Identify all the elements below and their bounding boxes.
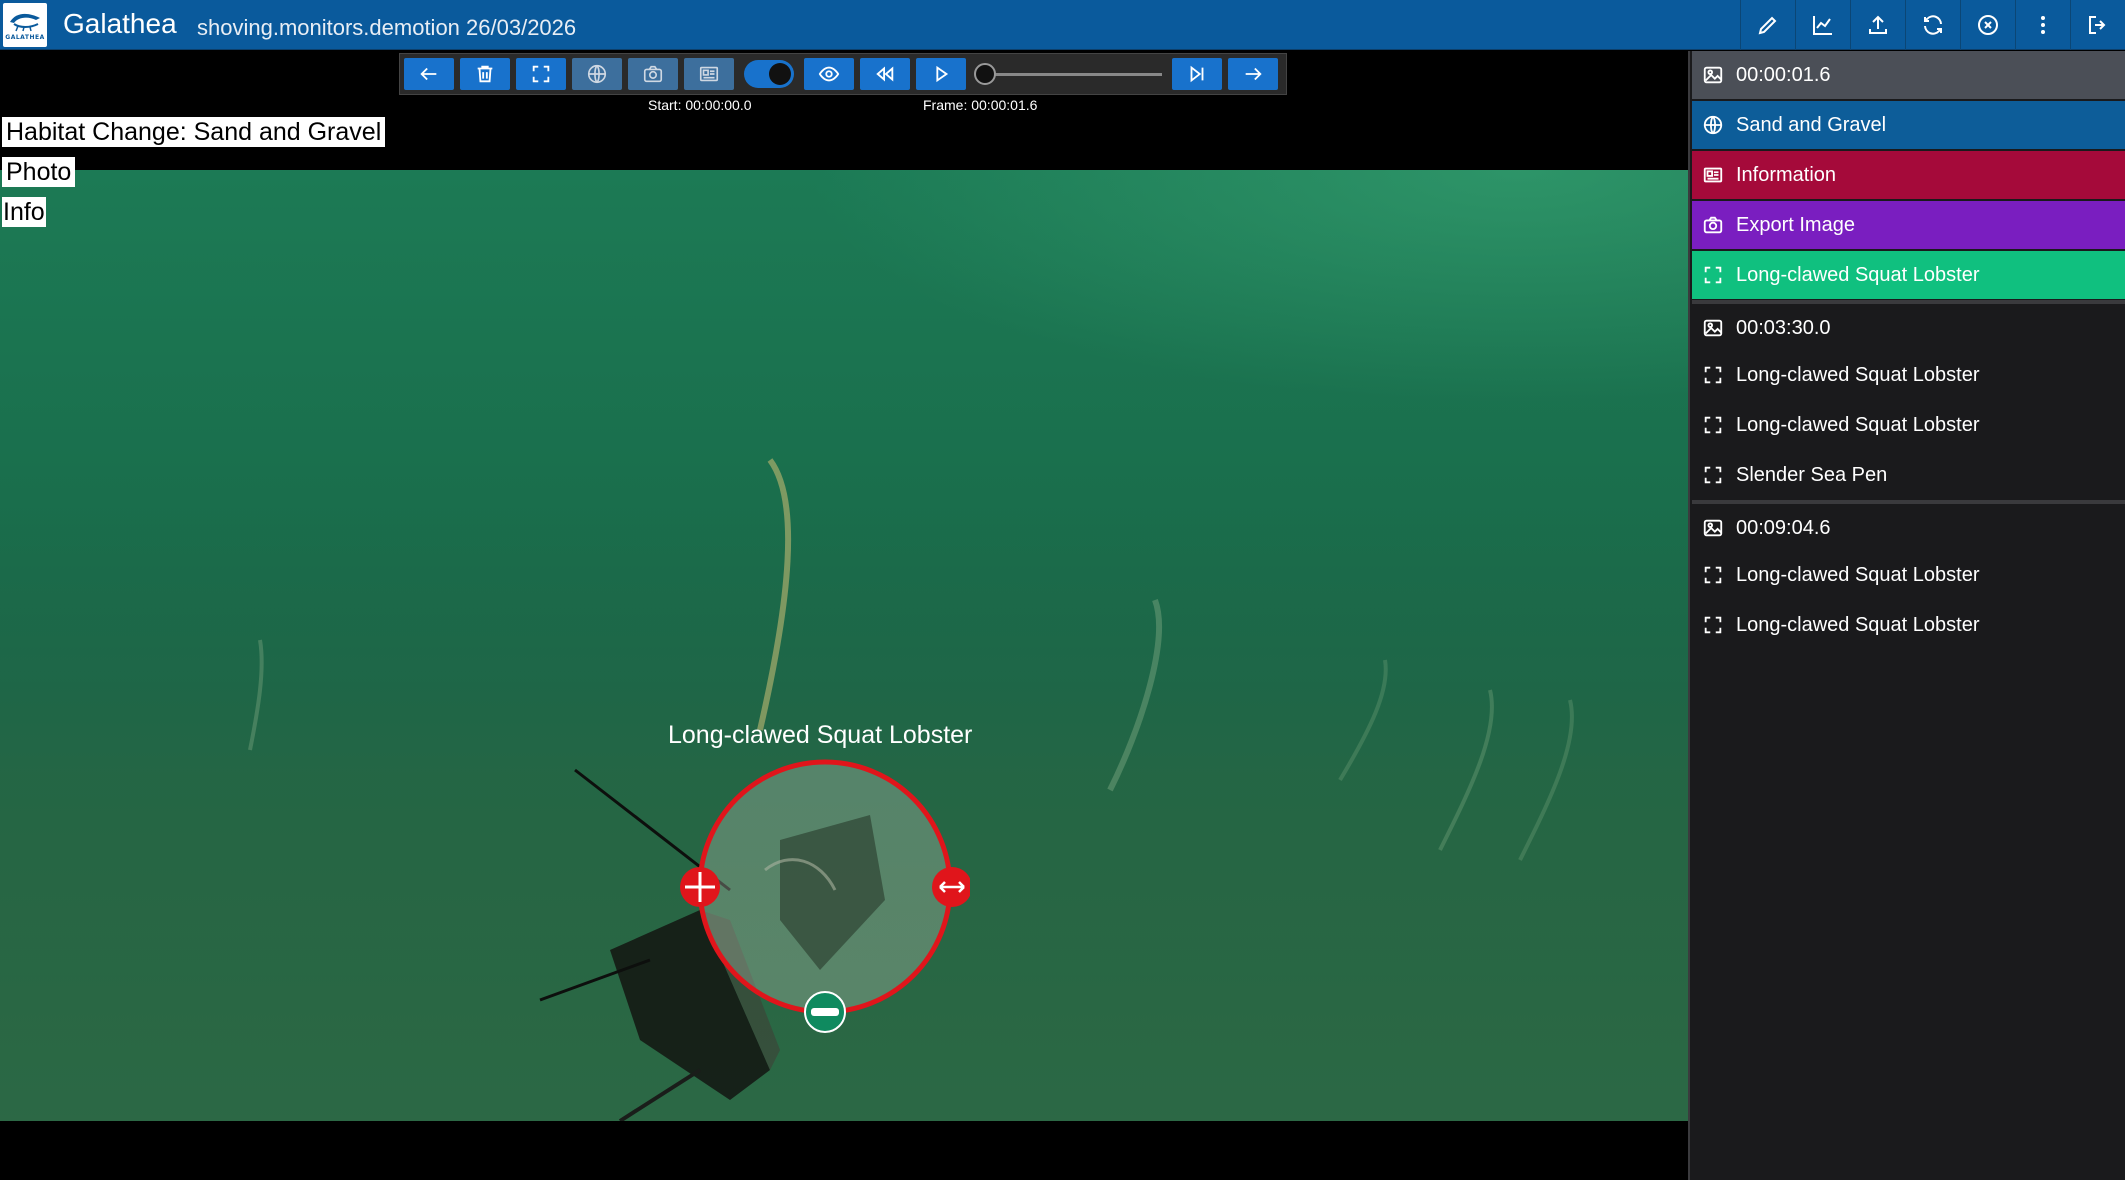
sidebar-item-information[interactable]: Information [1692,151,2125,199]
id-card-icon [699,66,719,82]
frame-time-label: Frame: 00:00:01.6 [923,97,1038,113]
sidebar-item-annotation[interactable]: Long-clawed Squat Lobster [1692,551,2125,599]
timeline-thumb[interactable] [974,63,996,85]
logout-icon [2089,16,2106,34]
more-vertical-icon [2041,16,2045,34]
habitat-change-label: Habitat Change: Sand and Gravel [2,117,386,147]
sidebar-item-export-image[interactable]: Export Image [1692,201,2125,249]
rewind-icon [876,66,894,82]
sidebar-time-label: 00:00:01.6 [1736,63,1831,86]
annotation-label: Long-clawed Squat Lobster [668,721,973,749]
session-subtitle: shoving.monitors.demotion 26/03/2026 [197,15,577,40]
playback-toolbar [399,53,1287,95]
bounding-box-button[interactable] [516,58,566,90]
play-button[interactable] [916,58,966,90]
sidebar-time-group-1[interactable]: 00:00:01.6 [1692,51,2125,99]
app-logo: GALATHEA [3,3,47,47]
info-label: Info [2,197,46,227]
sidebar-item-label: Sand and Gravel [1736,113,1887,136]
image-icon [1703,66,1723,84]
sidebar-item-label: Long-clawed Squat Lobster [1736,363,1980,386]
upload-icon [1869,15,1887,34]
top-bar: GALATHEA Galathea shoving.monitors.demot… [0,0,2125,50]
logo-text: GALATHEA [5,33,45,41]
sidebar-time-group-2[interactable]: 00:03:30.0 [1692,304,2125,352]
lobster-logo-icon [10,13,40,31]
skip-to-end-button[interactable] [1172,58,1222,90]
sidebar-item-label: Long-clawed Squat Lobster [1736,563,1980,586]
refresh-icon [1924,15,1942,35]
delete-button[interactable] [460,58,510,90]
sidebar-item-annotation[interactable]: Long-clawed Squat Lobster [1692,401,2125,449]
sidebar-item-annotation[interactable]: Long-clawed Squat Lobster [1692,601,2125,649]
timeline-track [984,73,1162,76]
pencil-icon [1758,16,1777,35]
frame-icon [1704,616,1722,634]
frame-icon [1704,266,1722,284]
move-handle[interactable] [680,867,720,907]
refresh-button[interactable] [1905,0,1960,50]
rewind-button[interactable] [860,58,910,90]
id-card-icon [1703,167,1723,183]
image-icon [1703,319,1723,337]
sidebar-time-label: 00:03:30.0 [1736,316,1831,339]
app-root: GALATHEA Galathea shoving.monitors.demot… [0,0,2125,1180]
sidebar-item-label: Slender Sea Pen [1736,463,1888,486]
start-time-label: Start: 00:00:00.0 [648,97,752,113]
sidebar-item-label: Long-clawed Squat Lobster [1736,263,1980,286]
sidebar-item-annotation-selected[interactable]: Long-clawed Squat Lobster [1692,251,2125,299]
next-button[interactable] [1228,58,1278,90]
frame-icon [1704,416,1722,434]
frame-icon [532,65,550,83]
sidebar-item-label: Long-clawed Squat Lobster [1736,613,1980,636]
header-actions [1740,0,2125,50]
arrow-left-icon [420,67,437,81]
annotation-sidebar: 00:00:01.6 Sand and Gravel Information E… [1688,51,2125,1180]
show-annotations-button[interactable] [804,58,854,90]
info-button[interactable] [684,58,734,90]
close-circle-icon [1978,15,1998,35]
arrow-right-icon [1245,67,1262,81]
annotation-options-handle[interactable] [804,991,846,1033]
close-session-button[interactable] [1960,0,2015,50]
image-icon [1703,519,1723,537]
photo-button[interactable] [628,58,678,90]
chart-button[interactable] [1795,0,1850,50]
annotation-circle[interactable] [670,750,970,1040]
annotation-visibility-toggle[interactable] [744,60,794,88]
sidebar-item-annotation[interactable]: Slender Sea Pen [1692,451,2125,499]
globe-icon [1703,115,1723,135]
play-icon [936,65,949,83]
trash-icon [477,65,493,83]
app-title: Galathea [63,8,177,39]
frame-icon [1704,566,1722,584]
sidebar-time-label: 00:09:04.6 [1736,516,1831,539]
skip-end-icon [1190,65,1204,83]
eye-icon [818,66,840,82]
habitat-button[interactable] [572,58,622,90]
sidebar-item-label: Information [1736,163,1837,186]
globe-icon [587,64,607,84]
sidebar-item-annotation[interactable]: Long-clawed Squat Lobster [1692,351,2125,399]
camera-icon [643,65,663,83]
previous-button[interactable] [404,58,454,90]
chart-icon [1813,16,1832,35]
timeline-slider[interactable] [974,58,1166,90]
photo-label: Photo [2,157,76,187]
camera-icon [1703,216,1723,234]
sidebar-item-habitat[interactable]: Sand and Gravel [1692,101,2125,149]
logout-button[interactable] [2070,0,2125,50]
sidebar-item-label: Export Image [1736,213,1855,236]
sidebar-time-group-3[interactable]: 00:09:04.6 [1692,504,2125,552]
upload-button[interactable] [1850,0,1905,50]
frame-icon [1704,466,1722,484]
sidebar-item-label: Long-clawed Squat Lobster [1736,413,1980,436]
edit-button[interactable] [1740,0,1795,50]
more-options-button[interactable] [2015,0,2070,50]
frame-icon [1704,366,1722,384]
